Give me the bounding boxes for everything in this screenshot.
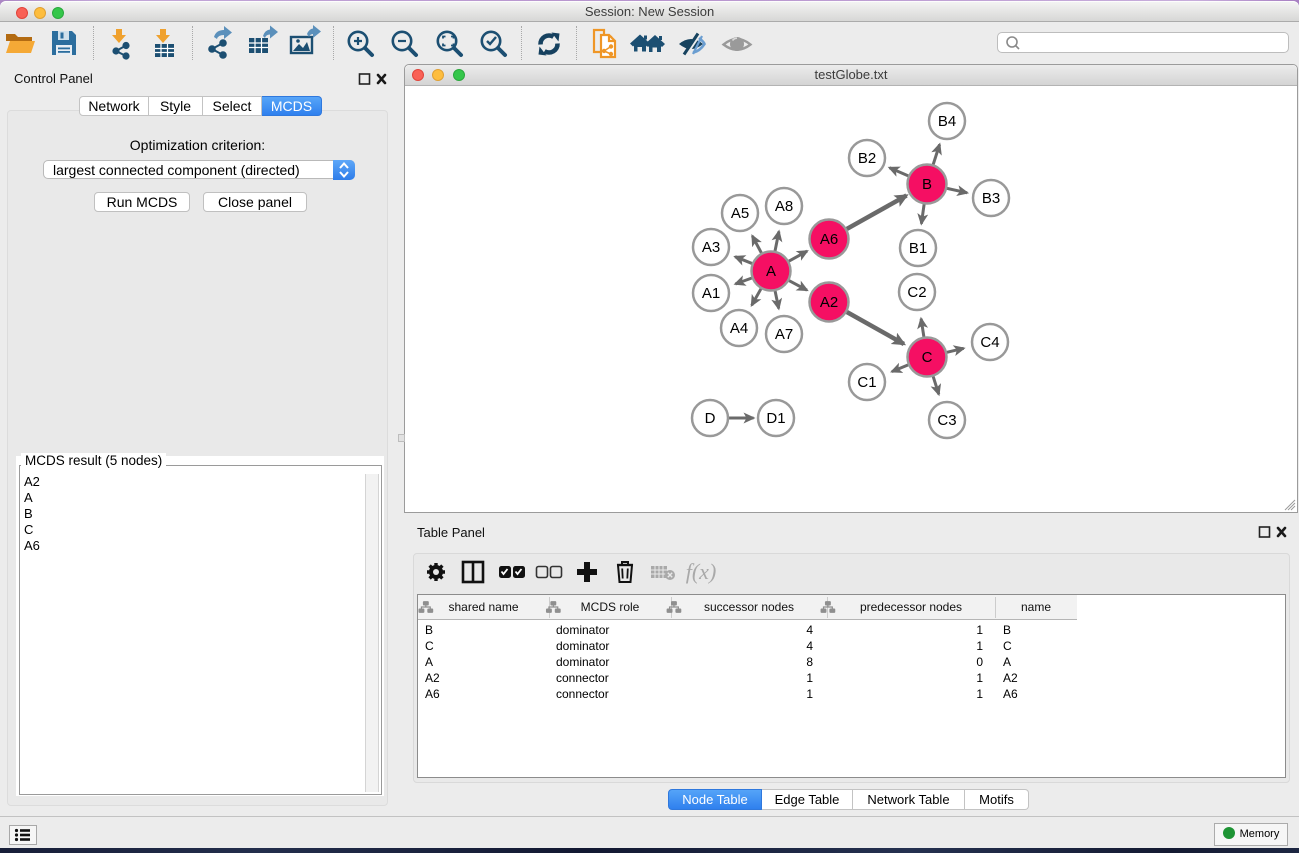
svg-text:A7: A7 xyxy=(775,326,793,343)
svg-text:D1: D1 xyxy=(766,410,785,427)
svg-text:A2: A2 xyxy=(820,294,838,311)
svg-text:D: D xyxy=(705,410,716,427)
svg-text:B2: B2 xyxy=(858,150,876,167)
svg-text:A3: A3 xyxy=(702,239,720,256)
svg-text:A: A xyxy=(766,263,776,280)
svg-text:B: B xyxy=(922,176,932,193)
svg-text:A4: A4 xyxy=(730,320,748,337)
svg-text:B4: B4 xyxy=(938,113,956,130)
svg-text:A5: A5 xyxy=(731,205,749,222)
svg-text:C3: C3 xyxy=(937,412,956,429)
svg-text:B3: B3 xyxy=(982,190,1000,207)
svg-text:A8: A8 xyxy=(775,198,793,215)
svg-text:C2: C2 xyxy=(907,284,926,301)
svg-text:A6: A6 xyxy=(820,231,838,248)
svg-text:B1: B1 xyxy=(909,240,927,257)
svg-text:C: C xyxy=(922,349,933,366)
svg-text:C1: C1 xyxy=(857,374,876,391)
svg-text:C4: C4 xyxy=(980,334,999,351)
svg-text:f(x): f(x) xyxy=(686,559,717,584)
svg-text:A1: A1 xyxy=(702,285,720,302)
